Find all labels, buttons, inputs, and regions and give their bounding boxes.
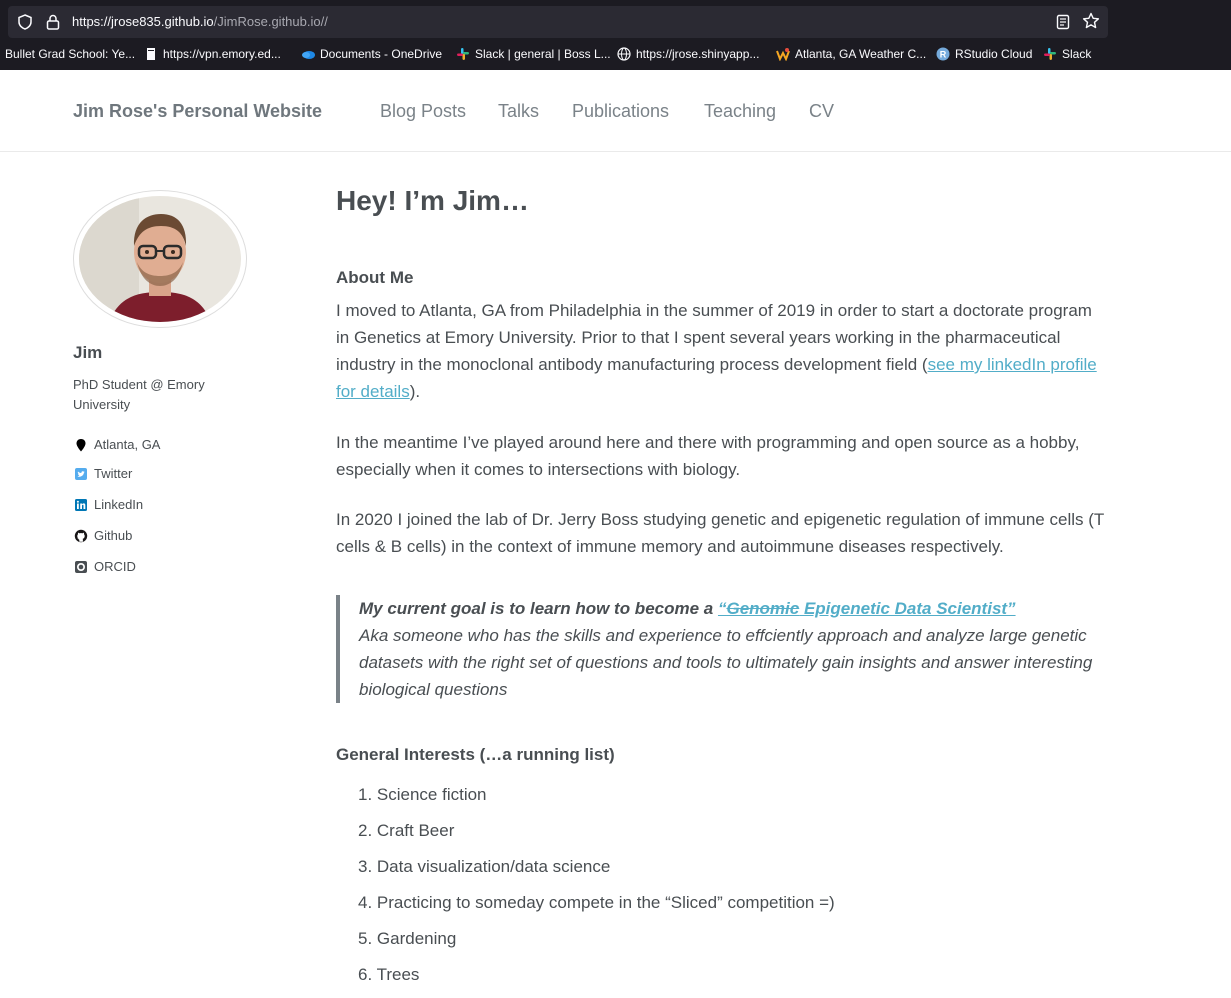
github-icon (74, 529, 88, 542)
nav-publications[interactable]: Publications (572, 101, 669, 122)
nav-cv[interactable]: CV (809, 101, 834, 122)
bookmarks-toolbar: Bullet Grad School: Ye... https://vpn.em… (0, 44, 1231, 68)
map-marker-icon (76, 438, 86, 451)
url-host: https://jrose835.github.io (72, 14, 214, 29)
list-item: 6. Trees (358, 965, 420, 984)
list-item: 3. Data visualization/data science (358, 857, 611, 876)
bookmark-item[interactable]: Bullet Grad School: Ye... (5, 47, 135, 61)
about-heading: About Me (336, 268, 414, 287)
shield-icon[interactable] (18, 14, 32, 30)
author-location: Atlanta, GA (74, 437, 160, 452)
github-label: Github (94, 528, 133, 543)
address-bar[interactable]: https://jrose835.github.io/JimRose.githu… (8, 6, 1108, 38)
weather-icon (776, 48, 790, 61)
twitter-label: Twitter (94, 466, 133, 481)
bookmark-label: Bullet Grad School: Ye... (5, 47, 136, 61)
site-masthead: Jim Rose's Personal Website Blog Posts T… (0, 70, 1231, 152)
bookmark-label: Slack (1062, 47, 1092, 61)
globe-icon (617, 47, 631, 61)
struck-word: Genomic (726, 599, 800, 618)
rstudio-icon: R (936, 47, 950, 61)
onedrive-icon (302, 51, 315, 59)
bookmark-item[interactable]: https://jrose.shinyapp... (617, 47, 759, 61)
about-p1-end: ). (409, 382, 421, 401)
list-item: 2. Craft Beer (358, 821, 455, 840)
author-location-label: Atlanta, GA (94, 437, 161, 452)
main-content: Hey! I’m Jim… About Me I moved to Atlant… (336, 185, 1116, 984)
svg-text:R: R (940, 50, 947, 60)
author-link-github[interactable]: Github (74, 528, 132, 543)
bookmark-label: https://vpn.emory.ed... (163, 47, 281, 61)
linkedin-icon (75, 498, 87, 511)
nav-talks[interactable]: Talks (498, 101, 539, 122)
bookmark-label: Documents - OneDrive (320, 47, 443, 61)
interests-heading: General Interests (…a running list) (336, 745, 615, 764)
bookmark-label: RStudio Cloud (955, 47, 1033, 61)
bookmark-item[interactable]: Atlanta, GA Weather C... (776, 47, 926, 61)
bookmark-item[interactable]: Slack | general | Boss L... (456, 47, 611, 61)
page-title: Hey! I’m Jim… (336, 185, 529, 216)
author-link-linkedin[interactable]: LinkedIn (74, 497, 143, 512)
site-title-link[interactable]: Jim Rose's Personal Website (73, 101, 322, 122)
reader-view-icon[interactable] (1056, 14, 1070, 30)
orcid-icon (75, 560, 87, 573)
list-item: 4. Practicing to someday compete in the … (358, 893, 835, 912)
nav-blog-posts[interactable]: Blog Posts (380, 101, 466, 122)
avatar (73, 190, 247, 328)
goal-line: My current goal is to learn how to becom… (359, 595, 1106, 622)
page-icon (147, 48, 155, 60)
bookmark-star-icon[interactable] (1082, 12, 1100, 30)
url-path: /JimRose.github.io// (213, 14, 328, 29)
goal-body: Aka someone who has the skills and exper… (359, 626, 1093, 699)
bookmark-item[interactable]: Documents - OneDrive (301, 47, 442, 61)
bookmark-item[interactable]: https://vpn.emory.ed... (144, 47, 281, 61)
browser-chrome: https://jrose835.github.io/JimRose.githu… (0, 0, 1231, 70)
bookmark-label: Slack | general | Boss L... (475, 47, 611, 61)
orcid-label: ORCID (94, 559, 136, 574)
author-link-orcid[interactable]: ORCID (74, 559, 136, 574)
bookmark-item[interactable]: Slack (1043, 47, 1091, 61)
author-name: Jim (73, 343, 103, 362)
author-bio: PhD Student @ Emory University (73, 377, 205, 412)
goal-blockquote: My current goal is to learn how to becom… (336, 595, 1106, 703)
lock-icon[interactable] (46, 14, 60, 30)
bookmark-item[interactable]: R RStudio Cloud (936, 47, 1032, 61)
slack-icon (1044, 48, 1056, 60)
bookmark-label: https://jrose.shinyapp... (636, 47, 760, 61)
list-item: 1. Science fiction (358, 785, 487, 804)
author-link-twitter[interactable]: Twitter (74, 466, 132, 481)
linkedin-label: LinkedIn (94, 497, 144, 512)
nav-teaching[interactable]: Teaching (704, 101, 776, 122)
about-paragraph-1: I moved to Atlanta, GA from Philadelphia… (336, 297, 1106, 405)
twitter-icon (75, 467, 87, 480)
goal-prefix: My current goal is to learn how to becom… (359, 599, 718, 618)
author-photo (79, 196, 241, 322)
slack-icon (457, 48, 469, 60)
data-scientist-link[interactable]: “Genomic Epigenetic Data Scientist” (718, 599, 1016, 618)
list-item: 5. Gardening (358, 929, 457, 948)
url-text[interactable]: https://jrose835.github.io/JimRose.githu… (72, 14, 328, 29)
bookmark-label: Atlanta, GA Weather C... (795, 47, 927, 61)
link-rest: Epigenetic Data Scientist” (799, 599, 1016, 618)
about-paragraph-2: In the meantime I’ve played around here … (336, 433, 1080, 479)
about-paragraph-3: In 2020 I joined the lab of Dr. Jerry Bo… (336, 510, 1104, 556)
